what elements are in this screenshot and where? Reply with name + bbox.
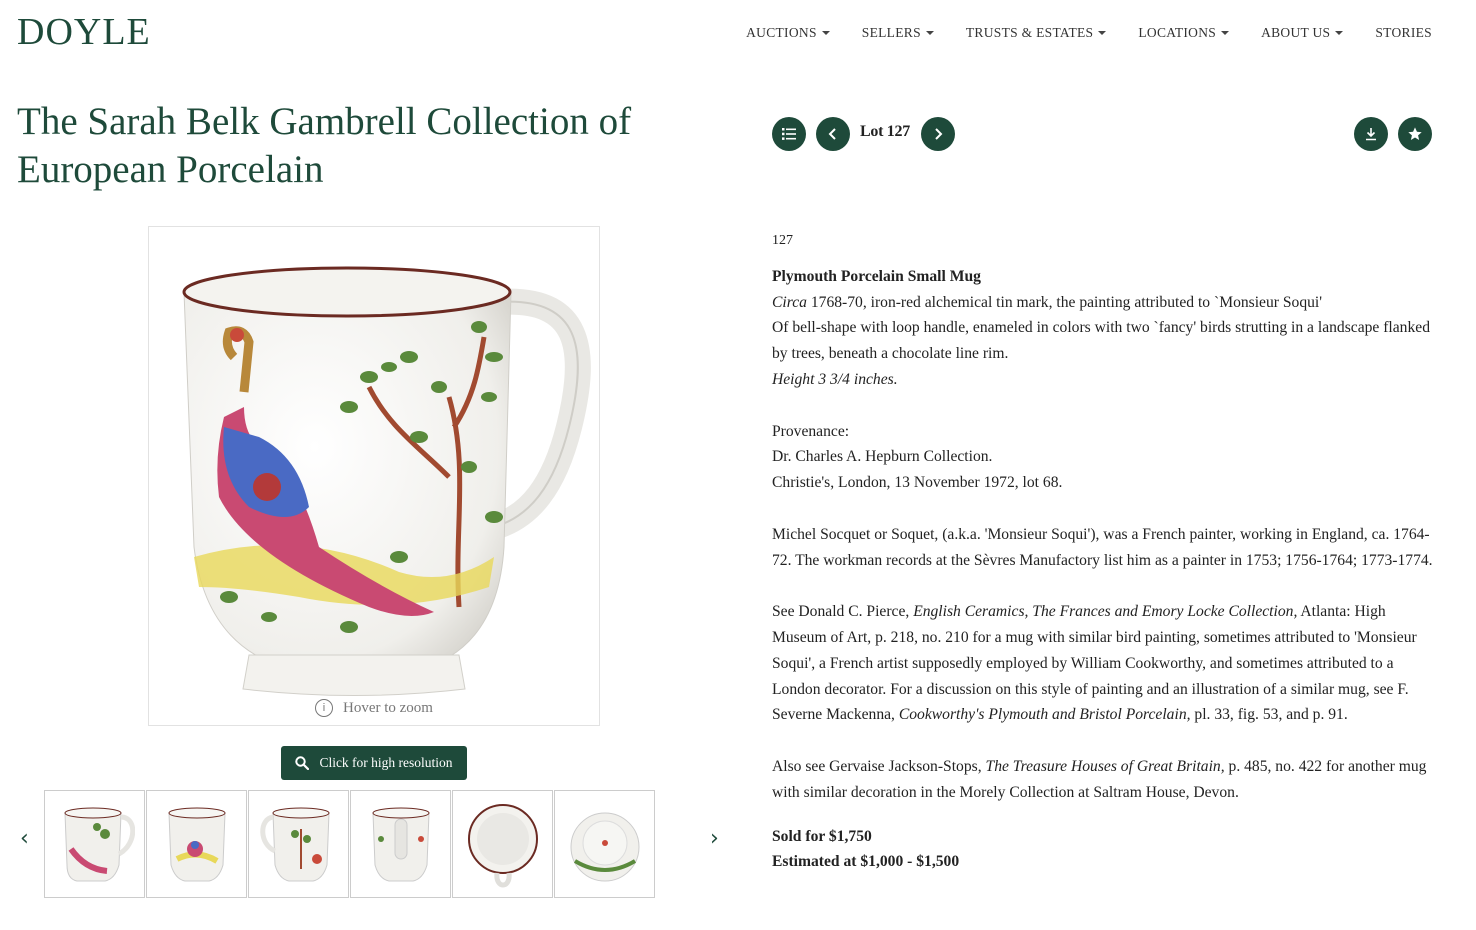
circa-text: Circa [772, 293, 807, 311]
thumbnail-image [467, 804, 538, 888]
caret-down-icon [925, 31, 934, 35]
provenance-item: Dr. Charles A. Hepburn Collection. [772, 448, 993, 466]
provenance-item: Christie's, London, 13 November 1972, lo… [772, 474, 1063, 492]
list-icon [782, 128, 796, 140]
info-icon: i [315, 699, 333, 717]
caret-down-icon [821, 31, 830, 35]
nav-label: STORIES [1375, 25, 1432, 40]
caret-down-icon [1098, 31, 1107, 35]
estimate: Estimated at $1,000 - $1,500 [772, 853, 960, 871]
high-resolution-button[interactable]: Click for high resolution [281, 746, 467, 780]
nav-stories[interactable]: STORIES [1375, 25, 1432, 41]
lot-note: Michel Socquet or Soquet, (a.k.a. 'Monsi… [772, 525, 1433, 569]
nav-label: LOCATIONS [1138, 25, 1217, 40]
thumbnail-image [63, 807, 135, 882]
nav-label: ABOUT US [1261, 25, 1331, 40]
star-icon [1408, 127, 1422, 140]
circa-rest: 1768-70, iron-red alchemical tin mark, t… [806, 293, 1323, 311]
nav-label: SELLERS [861, 25, 921, 40]
nav-locations[interactable]: LOCATIONS [1138, 25, 1230, 41]
thumbnail-image [259, 807, 330, 882]
favorite-button[interactable] [1398, 117, 1432, 151]
previous-lot-button[interactable] [816, 117, 850, 151]
lot-description: 127 Plymouth Porcelain Small Mug Circa 1… [772, 228, 1437, 875]
download-icon [1366, 128, 1376, 141]
nav-about-us[interactable]: ABOUT US [1261, 25, 1344, 41]
lot-main-image[interactable]: i Hover to zoom [148, 226, 600, 726]
chevron-left-icon [828, 128, 836, 140]
nav-label: TRUSTS & ESTATES [965, 25, 1094, 40]
thumbs-next-arrow[interactable]: › [710, 826, 719, 851]
sold-price: Sold for $1,750 [772, 827, 872, 845]
lot-shape-description: Of bell-shape with loop handle, enameled… [772, 319, 1430, 363]
lot-title: Plymouth Porcelain Small Mug [772, 267, 981, 285]
thumbnail-image [167, 807, 226, 882]
nav-sellers[interactable]: SELLERS [862, 25, 934, 41]
thumbnail-1[interactable] [44, 790, 145, 898]
hover-text: Hover to zoom [343, 699, 433, 716]
thumbnail-6[interactable] [554, 790, 655, 898]
nav-label: AUCTIONS [746, 25, 817, 40]
mug-illustration [182, 266, 591, 696]
hover-to-zoom-hint: i Hover to zoom [149, 699, 599, 717]
button-label: Click for high resolution [319, 755, 453, 770]
thumbnail-5[interactable] [452, 790, 553, 898]
main-nav: AUCTIONS SELLERS TRUSTS & ESTATES LOCATI… [746, 25, 1432, 41]
thumbnail-image [371, 807, 430, 882]
thumbnail-4[interactable] [350, 790, 451, 898]
provenance-heading: Provenance: [772, 422, 850, 440]
thumbnail-strip [44, 790, 655, 898]
height-text: Height 3 3/4 inches. [772, 370, 898, 388]
lot-note: Also see Gervaise Jackson-Stops, The Tre… [772, 757, 1427, 801]
thumbnail-3[interactable] [248, 790, 349, 898]
lot-note: See Donald C. Pierce, English Ceramics, … [772, 603, 1417, 724]
caret-down-icon [1221, 31, 1230, 35]
lot-list-button[interactable] [772, 117, 806, 151]
doyle-logo[interactable]: DOYLE [17, 10, 151, 54]
chevron-right-icon [935, 128, 943, 140]
caret-down-icon [1335, 31, 1344, 35]
page-title: The Sarah Belk Gambrell Collection of Eu… [17, 100, 632, 191]
thumbnail-2[interactable] [146, 790, 247, 898]
search-icon [295, 756, 310, 770]
lot-circa-line: Circa 1768-70, iron-red alchemical tin m… [772, 290, 1437, 316]
nav-trusts-estates[interactable]: TRUSTS & ESTATES [966, 25, 1107, 41]
lot-height: Height 3 3/4 inches. [772, 367, 1437, 393]
next-lot-button[interactable] [921, 117, 955, 151]
thumbs-prev-arrow[interactable]: ‹ [20, 826, 29, 851]
nav-auctions[interactable]: AUCTIONS [746, 25, 830, 41]
thumbnail-image [570, 812, 639, 882]
lot-number-label: Lot 127 [860, 123, 910, 140]
lot-number: 127 [772, 233, 793, 248]
download-button[interactable] [1354, 117, 1388, 151]
